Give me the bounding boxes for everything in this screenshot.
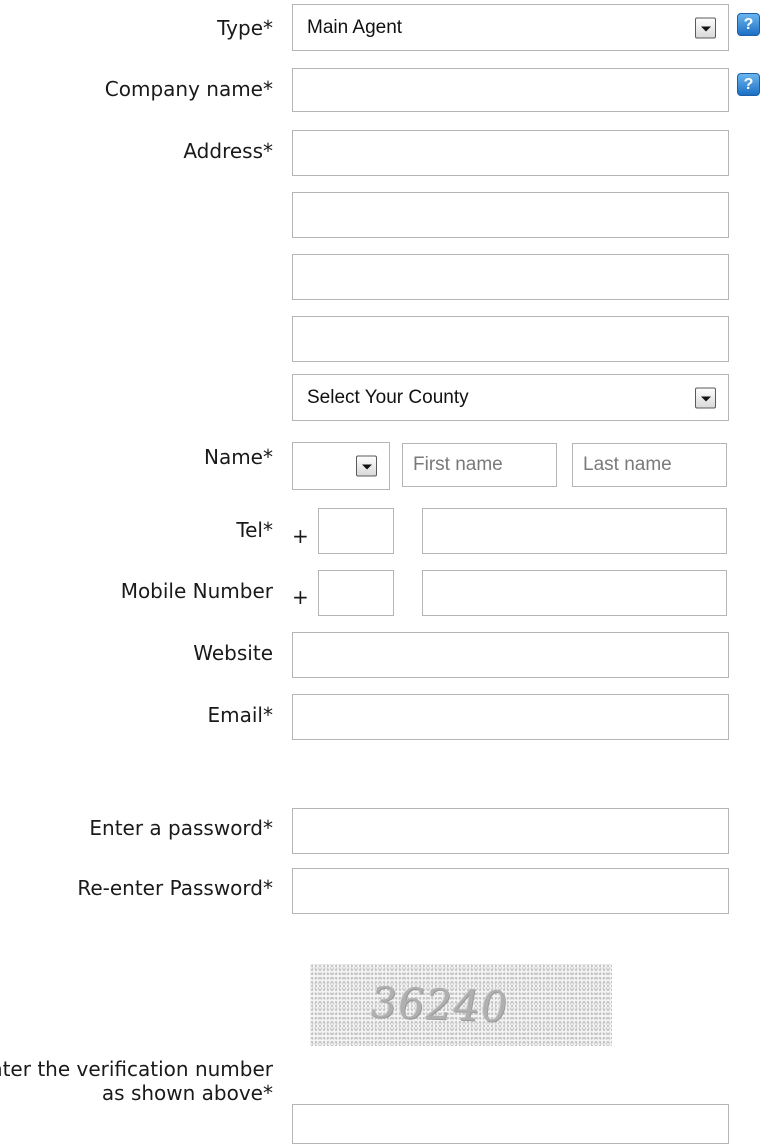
type-select[interactable]: Main Agent (292, 4, 729, 51)
county-selected-value: Select Your County (307, 386, 469, 408)
title-select[interactable] (292, 442, 390, 490)
mobile-label: Mobile Number (120, 579, 273, 603)
name-label: Name* (203, 445, 273, 469)
captcha-image: 36240 (310, 964, 612, 1046)
address-line-1-input[interactable] (292, 130, 729, 176)
address-label: Address* (183, 139, 273, 163)
type-selected-value: Main Agent (307, 16, 403, 38)
company-help-icon[interactable]: ? (737, 73, 760, 96)
tel-country-code-input[interactable] (318, 508, 394, 554)
chevron-down-icon[interactable] (356, 455, 377, 477)
mobile-number-input[interactable] (422, 570, 727, 616)
last-name-input[interactable] (572, 443, 727, 487)
tel-plus-sign: + (292, 524, 309, 548)
address-line-3-input[interactable] (292, 254, 729, 300)
password-input[interactable] (292, 808, 729, 854)
county-select[interactable]: Select Your County (292, 374, 729, 421)
type-help-icon[interactable]: ? (737, 13, 760, 36)
website-input[interactable] (292, 632, 729, 678)
email-input[interactable] (292, 694, 729, 740)
tel-number-input[interactable] (422, 508, 727, 554)
website-label: Website (193, 641, 273, 665)
password-label: Enter a password* (89, 816, 273, 840)
company-name-input[interactable] (292, 68, 729, 112)
chevron-down-icon[interactable] (695, 387, 716, 408)
verification-input[interactable] (292, 1104, 729, 1144)
reenter-password-input[interactable] (292, 868, 729, 914)
mobile-plus-sign: + (292, 585, 309, 609)
email-label: Email* (207, 703, 274, 727)
chevron-down-icon[interactable] (695, 17, 716, 38)
mobile-country-code-input[interactable] (318, 570, 394, 616)
type-label: Type* (217, 16, 273, 40)
first-name-input[interactable] (402, 443, 557, 487)
captcha-text: 36240 (366, 977, 513, 1032)
tel-label: Tel* (236, 518, 273, 542)
company-name-label: Company name* (104, 77, 273, 101)
verification-label: Enter the verification number as shown a… (0, 1057, 273, 1105)
reenter-password-label: Re-enter Password* (77, 876, 273, 900)
address-line-4-input[interactable] (292, 316, 729, 362)
address-line-2-input[interactable] (292, 192, 729, 238)
